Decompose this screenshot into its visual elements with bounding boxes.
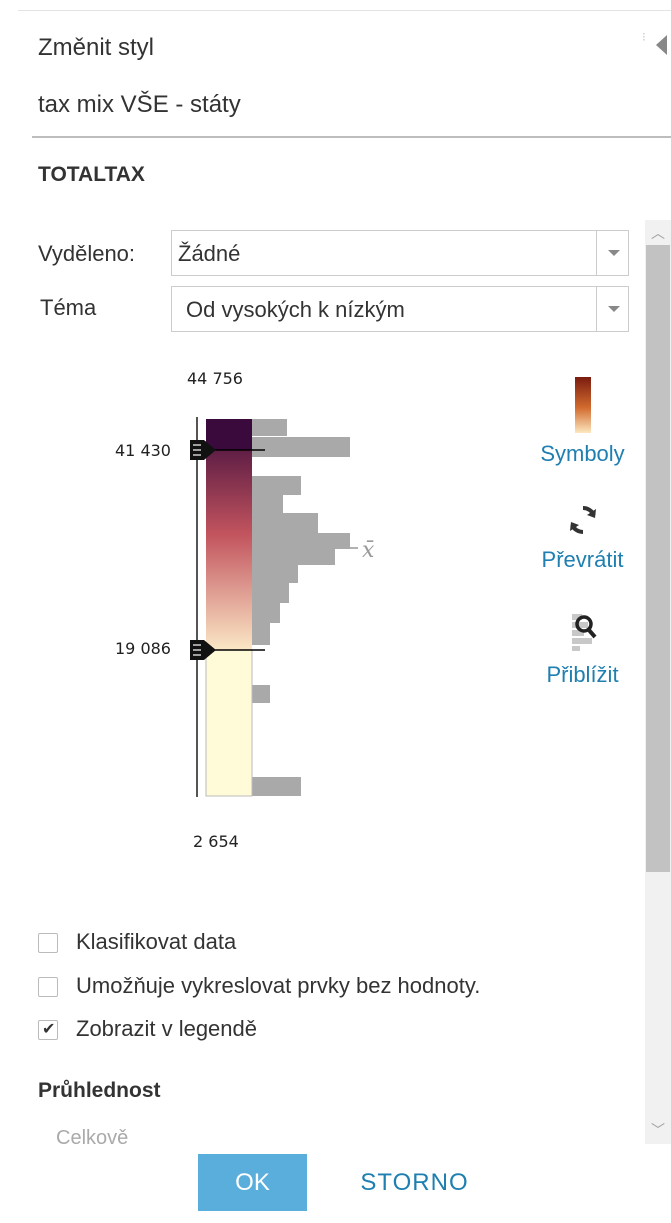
- histogram-bar: [252, 437, 350, 457]
- color-ramp-icon: [574, 377, 591, 433]
- histogram-bar: [252, 603, 280, 623]
- theme-label: Téma: [40, 295, 97, 320]
- panel-title: Změnit styl: [38, 34, 155, 61]
- scroll-up-arrow[interactable]: ︿: [645, 221, 671, 245]
- histogram-bar: [252, 583, 289, 603]
- panel-top-border: [18, 10, 671, 11]
- slider-graphic: x̄: [190, 417, 375, 797]
- dropdown-separator: [596, 287, 597, 331]
- scroll-down-arrow[interactable]: ﹀: [645, 1118, 671, 1142]
- checkmark-icon: ✔: [42, 1021, 56, 1038]
- theme-value: Od vysokých k nízkým: [186, 297, 405, 322]
- transparency-heading: Průhlednost: [38, 1079, 161, 1102]
- histogram-bar: [252, 549, 335, 565]
- show-in-legend-checkbox[interactable]: ✔: [38, 1020, 58, 1040]
- histogram-bar: [252, 533, 350, 549]
- header-divider: [32, 136, 671, 138]
- color-ramp-gradient: [206, 419, 252, 650]
- selection-dropdown[interactable]: Žádné: [171, 230, 629, 276]
- ok-button[interactable]: OK: [198, 1154, 307, 1211]
- theme-dropdown[interactable]: Od vysokých k nízkým: [171, 286, 629, 332]
- color-ramp-cap: [206, 419, 252, 450]
- symbols-label: Symboly: [540, 441, 625, 466]
- transparency-overall-label: Celkově: [56, 1127, 129, 1145]
- mean-symbol: x̄: [362, 538, 375, 563]
- layer-name: tax mix VŠE - státy: [38, 91, 241, 118]
- histogram-bar: [252, 685, 270, 703]
- zoom-histogram-icon: [571, 614, 597, 651]
- no-value-features-checkbox[interactable]: [38, 977, 58, 997]
- zoom-label: Přiblížit: [546, 662, 619, 687]
- collapse-panel-button[interactable]: ⁝: [636, 30, 671, 60]
- chevron-down-icon: [608, 306, 620, 312]
- scrollbar-thumb[interactable]: [646, 245, 670, 872]
- histogram-bar: [252, 476, 301, 495]
- classify-data-checkbox[interactable]: [38, 933, 58, 953]
- collapse-arrow-icon: [656, 35, 667, 55]
- show-in-legend-label: Zobrazit v legendě: [76, 1016, 257, 1041]
- zoom-button[interactable]: Přiblížit: [525, 612, 640, 688]
- refresh-icon: [569, 505, 596, 535]
- selection-value: Žádné: [178, 241, 241, 266]
- histogram-bar: [252, 777, 301, 796]
- histogram-bar: [252, 495, 283, 513]
- cancel-button[interactable]: STORNO: [343, 1154, 486, 1211]
- histogram: [252, 419, 350, 796]
- flip-label: Převrátit: [541, 547, 624, 572]
- symbols-button[interactable]: Symboly: [525, 375, 640, 467]
- histogram-bar: [252, 513, 318, 533]
- selection-label: Vyděleno:: [38, 241, 136, 266]
- no-value-features-label: Umožňuje vykreslovat prvky bez hodnoty.: [76, 973, 481, 998]
- min-value-label: 2 654: [193, 832, 239, 851]
- field-name: TOTALTAX: [38, 163, 145, 186]
- flip-button[interactable]: Převrátit: [525, 503, 640, 573]
- chevron-down-icon: [608, 250, 620, 256]
- histogram-bar: [252, 565, 298, 583]
- histogram-bar: [252, 623, 270, 645]
- classify-data-label: Klasifikovat data: [76, 929, 237, 954]
- drag-dots-icon: ⁝: [642, 30, 646, 44]
- dropdown-separator: [596, 231, 597, 275]
- color-ramp-pale: [205, 649, 253, 797]
- histogram-bar: [252, 419, 287, 436]
